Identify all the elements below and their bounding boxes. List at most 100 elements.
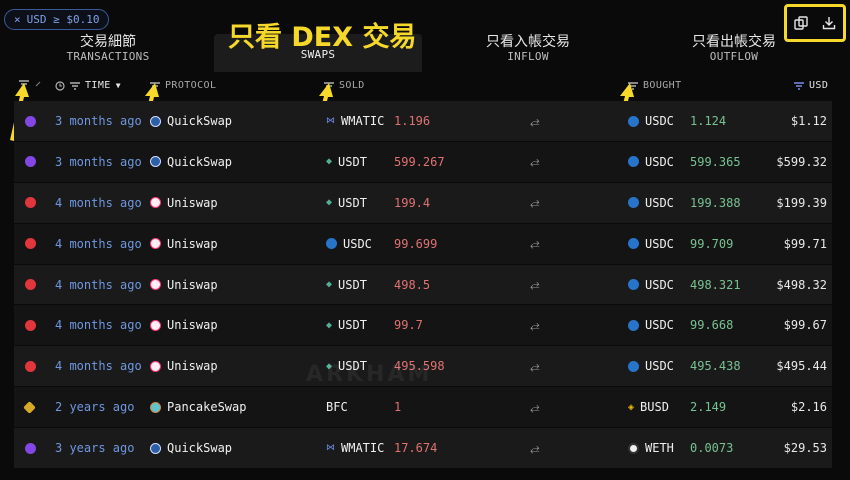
time-link[interactable]: 4 months ago — [55, 346, 142, 386]
bought-token[interactable]: USDC — [628, 183, 674, 223]
bought-token[interactable]: USDC — [628, 142, 674, 182]
optimism-chain-icon — [25, 279, 36, 291]
sold-token[interactable]: ◆ USDT — [326, 183, 367, 223]
table-row[interactable]: 3 months ago QuickSwap ⋈ WMATIC 1.196 ⥄ U… — [14, 101, 832, 142]
usdt-icon: ◆ — [326, 279, 333, 291]
uniswap-icon — [150, 238, 161, 250]
sold-amount: 599.267 — [394, 154, 445, 169]
sold-token[interactable]: BFC — [326, 387, 348, 427]
usdc-icon — [628, 319, 639, 331]
bought-token[interactable]: USDC — [628, 346, 674, 386]
sold-token[interactable]: USDC — [326, 224, 372, 264]
bought-token[interactable]: USDC — [628, 101, 674, 141]
uniswap-icon — [150, 197, 161, 209]
busd-icon: ◈ — [628, 401, 635, 413]
time-link[interactable]: 4 months ago — [55, 305, 142, 345]
optimism-chain-icon — [25, 238, 36, 250]
usd-value: $29.53 — [783, 441, 827, 456]
usd-value: $599.32 — [776, 154, 827, 169]
usdt-icon: ◆ — [326, 156, 333, 168]
polygon-chain-icon — [25, 442, 36, 454]
swap-arrows-icon: ⥄ — [530, 195, 540, 210]
usdc-icon — [326, 238, 337, 250]
protocol-cell[interactable]: QuickSwap — [150, 428, 232, 468]
time-link[interactable]: 3 months ago — [55, 101, 142, 141]
table-row[interactable]: 4 months ago Uniswap ◆ USDT 498.5 ⥄ USDC … — [14, 264, 832, 306]
swap-arrows-icon: ⥄ — [530, 440, 540, 455]
sold-token[interactable]: ⋈ WMATIC — [326, 428, 384, 468]
sold-token[interactable]: ⋈ WMATIC — [326, 101, 384, 141]
sold-amount: 498.5 — [394, 277, 431, 292]
weth-icon — [628, 442, 639, 454]
optimism-chain-icon — [25, 360, 36, 372]
protocol-cell[interactable]: Uniswap — [150, 305, 218, 345]
time-link[interactable]: 4 months ago — [55, 183, 142, 223]
usd-value: $495.44 — [776, 359, 827, 374]
usd-value: $1.12 — [790, 114, 827, 128]
usdc-icon — [628, 156, 639, 168]
uniswap-icon — [150, 279, 161, 291]
quickswap-icon — [150, 156, 161, 168]
time-link[interactable]: 4 months ago — [55, 224, 142, 264]
sold-amount: 1.196 — [394, 114, 431, 128]
quickswap-icon — [150, 442, 161, 454]
protocol-cell[interactable]: Uniswap — [150, 265, 218, 305]
swap-arrows-icon: ⥄ — [530, 277, 540, 292]
bought-amount: 99.709 — [690, 236, 734, 251]
table-row[interactable]: 3 years ago QuickSwap ⋈ WMATIC 17.674 ⥄ W… — [14, 428, 832, 470]
swap-arrows-icon: ⥄ — [530, 358, 540, 373]
swap-arrows-icon: ⥄ — [530, 399, 540, 414]
sold-token[interactable]: ◆ USDT — [326, 305, 367, 345]
bought-amount: 99.668 — [690, 318, 734, 333]
sold-token[interactable]: ◆ USDT — [326, 265, 367, 305]
optimism-chain-icon — [25, 319, 36, 331]
time-link[interactable]: 2 years ago — [55, 387, 134, 427]
usd-value: $99.67 — [783, 318, 827, 333]
bought-token[interactable]: USDC — [628, 265, 674, 305]
bought-amount: 0.0073 — [690, 441, 734, 456]
sold-amount: 1 — [394, 400, 402, 415]
swap-arrows-icon: ⥄ — [530, 113, 540, 128]
table-row[interactable]: 4 months ago Uniswap ◆ USDT 99.7 ⥄ USDC 9… — [14, 305, 832, 347]
protocol-cell[interactable]: QuickSwap — [150, 142, 232, 182]
table-row[interactable]: 4 months ago Uniswap ◆ USDT 199.4 ⥄ USDC … — [14, 182, 832, 224]
sold-amount: 17.674 — [394, 441, 438, 456]
usdc-icon — [628, 197, 639, 209]
bought-token[interactable]: USDC — [628, 224, 674, 264]
bought-token[interactable]: USDC — [628, 305, 674, 345]
usdc-icon — [628, 115, 639, 127]
bought-amount: 2.149 — [690, 400, 727, 415]
usd-value: $99.71 — [783, 236, 827, 251]
swaps-table: 3 months ago QuickSwap ⋈ WMATIC 1.196 ⥄ U… — [14, 101, 832, 470]
wmatic-icon: ⋈ — [326, 443, 335, 454]
protocol-cell[interactable]: Uniswap — [150, 346, 218, 386]
time-link[interactable]: 3 months ago — [55, 142, 142, 182]
uniswap-icon — [150, 360, 161, 372]
sold-amount: 99.699 — [394, 236, 438, 251]
bought-token[interactable]: ◈ BUSD — [628, 387, 669, 427]
protocol-cell[interactable]: QuickSwap — [150, 101, 232, 141]
wmatic-icon: ⋈ — [326, 116, 335, 126]
sold-amount: 199.4 — [394, 195, 431, 210]
arkham-watermark: ARKHAM — [306, 362, 433, 387]
swap-arrows-icon: ⥄ — [530, 236, 540, 251]
swap-arrows-icon: ⥄ — [530, 154, 540, 169]
time-link[interactable]: 3 years ago — [55, 428, 134, 468]
bought-token[interactable]: WETH — [628, 428, 674, 468]
usd-value: $2.16 — [790, 400, 827, 415]
table-row[interactable]: 4 months ago Uniswap USDC 99.699 ⥄ USDC … — [14, 223, 832, 265]
table-row[interactable]: 3 months ago QuickSwap ◆ USDT 599.267 ⥄ U… — [14, 141, 832, 183]
protocol-cell[interactable]: Uniswap — [150, 224, 218, 264]
sold-token[interactable]: ◆ USDT — [326, 142, 367, 182]
bnb-chain-icon — [23, 400, 36, 414]
optimism-chain-icon — [25, 197, 36, 209]
usdt-icon: ◆ — [326, 197, 333, 209]
bought-amount: 599.365 — [690, 154, 741, 169]
table-row[interactable]: 2 years ago PancakeSwap BFC 1 ⥄ ◈ BUSD 2.… — [14, 387, 832, 429]
protocol-cell[interactable]: PancakeSwap — [150, 387, 246, 427]
protocol-cell[interactable]: Uniswap — [150, 183, 218, 223]
time-link[interactable]: 4 months ago — [55, 265, 142, 305]
polygon-chain-icon — [25, 115, 36, 127]
sold-amount: 99.7 — [394, 318, 423, 333]
polygon-chain-icon — [25, 156, 36, 168]
